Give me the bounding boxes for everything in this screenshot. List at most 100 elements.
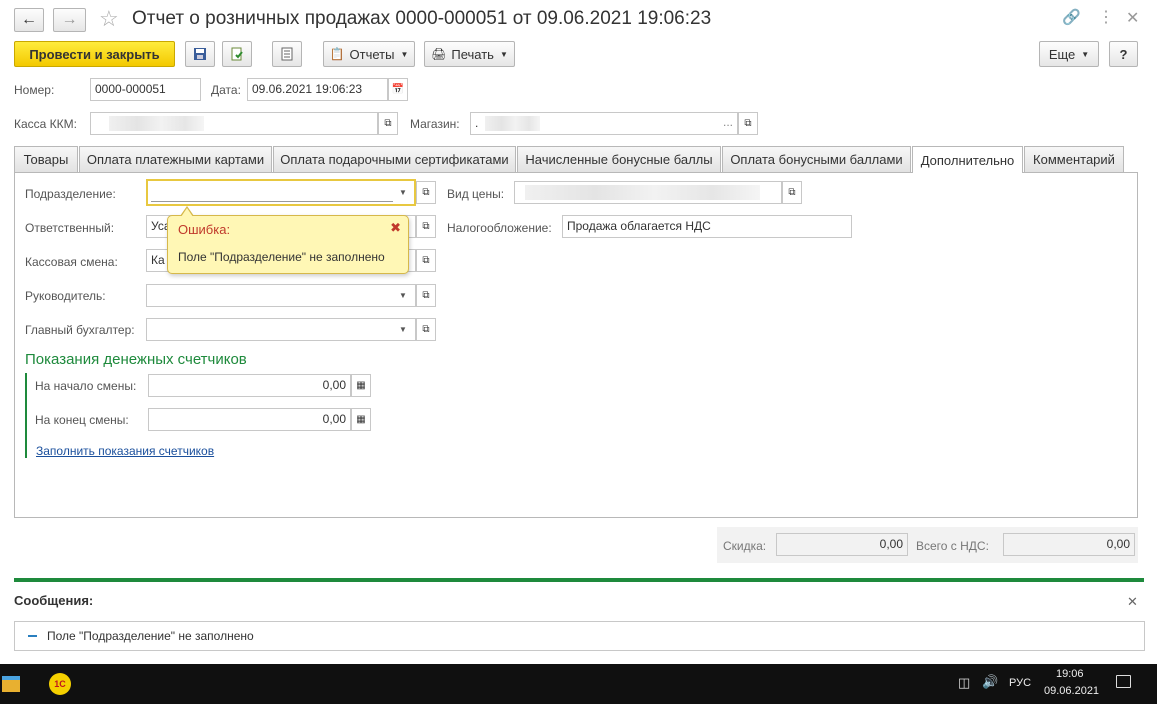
end-calculator-button[interactable]: ▦ [351, 408, 371, 431]
open-icon: ⧉ [788, 187, 796, 198]
messages-close-icon[interactable]: ✕ [1127, 594, 1138, 610]
close-window-icon[interactable]: ✕ [1126, 8, 1139, 28]
counters-section-title: Показания денежных счетчиков [25, 351, 247, 368]
back-button[interactable]: ← [14, 8, 44, 32]
volume-icon[interactable]: 🔊 [982, 674, 998, 690]
start-calculator-button[interactable]: ▦ [351, 374, 371, 397]
price-type-open-button[interactable]: ⧉ [782, 181, 802, 204]
store-label: Магазин: [410, 117, 460, 131]
price-type-label: Вид цены: [447, 187, 505, 201]
price-type-input[interactable] [514, 181, 782, 204]
tab-goods[interactable]: Товары [14, 146, 78, 172]
printer-icon: 🖨 [431, 47, 447, 61]
message-item[interactable]: Поле "Подразделение" не заполнено [47, 629, 254, 643]
network-icon[interactable]: ◫ [958, 675, 970, 691]
journal-button[interactable] [272, 41, 302, 67]
forward-button[interactable]: → [53, 8, 86, 32]
open-icon: ⧉ [422, 187, 430, 198]
date-label: Дата: [211, 83, 241, 97]
arrow-left-icon: ← [21, 11, 37, 28]
help-button[interactable]: ? [1109, 41, 1138, 67]
more-actions-icon[interactable]: ⋮ [1098, 7, 1114, 27]
tooltip-title: Ошибка: [178, 222, 231, 237]
shift-open-button[interactable]: ⧉ [416, 249, 436, 272]
clock-date[interactable]: 09.06.2021 [1044, 685, 1099, 697]
store-select-dots[interactable]: ... [723, 115, 733, 129]
clock-time[interactable]: 19:06 [1056, 668, 1084, 680]
end-shift-label: На конец смены: [35, 413, 129, 427]
open-icon: ⧉ [422, 221, 430, 232]
post-button[interactable] [222, 41, 252, 67]
start-shift-input[interactable]: 0,00 [148, 374, 351, 397]
post-and-close-button[interactable]: Провести и закрыть [14, 41, 175, 67]
responsible-label: Ответственный: [25, 221, 115, 235]
division-label: Подразделение: [25, 187, 116, 201]
responsible-open-button[interactable]: ⧉ [416, 215, 436, 238]
discount-label: Скидка: [723, 539, 767, 553]
division-dropdown-icon[interactable]: ▼ [394, 182, 412, 203]
app-1c-icon[interactable]: 1С [49, 673, 71, 695]
section-bar [25, 373, 27, 458]
discount-value: 0,00 [776, 533, 908, 556]
tooltip-close-icon[interactable]: ✖ [390, 220, 401, 236]
tab-additional[interactable]: Дополнительно [912, 146, 1023, 173]
messages-title: Сообщения: [14, 593, 94, 608]
dropdown-arrow-icon: ▼ [499, 49, 508, 59]
save-button[interactable] [185, 41, 215, 67]
explorer-icon[interactable] [2, 676, 20, 692]
date-input[interactable]: 09.06.2021 19:06:23 [247, 78, 388, 101]
kkm-open-button[interactable]: ⧉ [378, 112, 398, 135]
error-tooltip: Ошибка: ✖ Поле "Подразделение" не заполн… [167, 215, 409, 274]
number-input[interactable]: 0000-000051 [90, 78, 201, 101]
manager-input[interactable] [146, 284, 416, 307]
division-open-button[interactable]: ⧉ [416, 181, 436, 204]
manager-label: Руководитель: [25, 289, 106, 303]
taxation-input[interactable]: Продажа облагается НДС [562, 215, 852, 238]
open-icon: ⧉ [744, 118, 752, 129]
tab-gift-certificates[interactable]: Оплата подарочными сертификатами [273, 146, 516, 172]
store-input[interactable]: . ... [470, 112, 738, 135]
calculator-icon: ▦ [356, 414, 366, 425]
kkm-input[interactable] [90, 112, 378, 135]
arrow-right-icon: → [61, 11, 78, 28]
notifications-icon[interactable] [1116, 675, 1131, 688]
end-shift-input[interactable]: 0,00 [148, 408, 351, 431]
redacted-value [525, 185, 760, 200]
open-icon: ⧉ [422, 255, 430, 266]
vat-total-value: 0,00 [1003, 533, 1135, 556]
number-label: Номер: [14, 83, 55, 97]
dropdown-arrow-icon: ▼ [400, 49, 409, 59]
tab-card-payments[interactable]: Оплата платежными картами [79, 146, 272, 172]
taskbar: 1С ◫ 🔊 РУС 19:06 09.06.2021 [0, 664, 1157, 704]
taxation-label: Налогообложение: [447, 221, 552, 235]
print-button[interactable]: 🖨 Печать ▼ [424, 41, 515, 67]
messages-divider [14, 578, 1144, 582]
manager-open-button[interactable]: ⧉ [416, 284, 436, 307]
window-title: Отчет о розничных продажах 0000-000051 о… [132, 8, 712, 29]
accountant-open-button[interactable]: ⧉ [416, 318, 436, 341]
accountant-input[interactable] [146, 318, 416, 341]
accountant-dropdown-icon[interactable]: ▼ [394, 319, 412, 340]
tooltip-message: Поле "Подразделение" не заполнено [178, 250, 385, 264]
open-icon: ⧉ [384, 118, 392, 129]
start-shift-label: На начало смены: [35, 379, 137, 393]
shift-label: Кассовая смена: [25, 255, 118, 269]
store-prefix: . [475, 116, 479, 130]
language-indicator[interactable]: РУС [1009, 677, 1031, 689]
calendar-icon: 📅 [391, 84, 405, 95]
dropdown-arrow-icon: ▼ [1081, 49, 1090, 59]
open-icon: ⧉ [422, 290, 430, 301]
link-icon[interactable]: 🔗 [1062, 8, 1081, 26]
reports-button[interactable]: 📋 Отчеты ▼ [323, 41, 415, 67]
more-button[interactable]: Еще ▼ [1039, 41, 1099, 67]
open-icon: ⧉ [422, 324, 430, 335]
tab-comment[interactable]: Комментарий [1024, 146, 1124, 172]
accountant-label: Главный бухгалтер: [25, 323, 135, 337]
manager-dropdown-icon[interactable]: ▼ [394, 285, 412, 306]
calendar-button[interactable]: 📅 [388, 78, 408, 101]
favorite-star-icon[interactable]: ☆ [99, 6, 119, 32]
tab-bonus-payments[interactable]: Оплата бонусными баллами [722, 146, 911, 172]
tab-accrued-bonus[interactable]: Начисленные бонусные баллы [517, 146, 721, 172]
fill-counters-link[interactable]: Заполнить показания счетчиков [36, 444, 214, 458]
store-open-button[interactable]: ⧉ [738, 112, 758, 135]
